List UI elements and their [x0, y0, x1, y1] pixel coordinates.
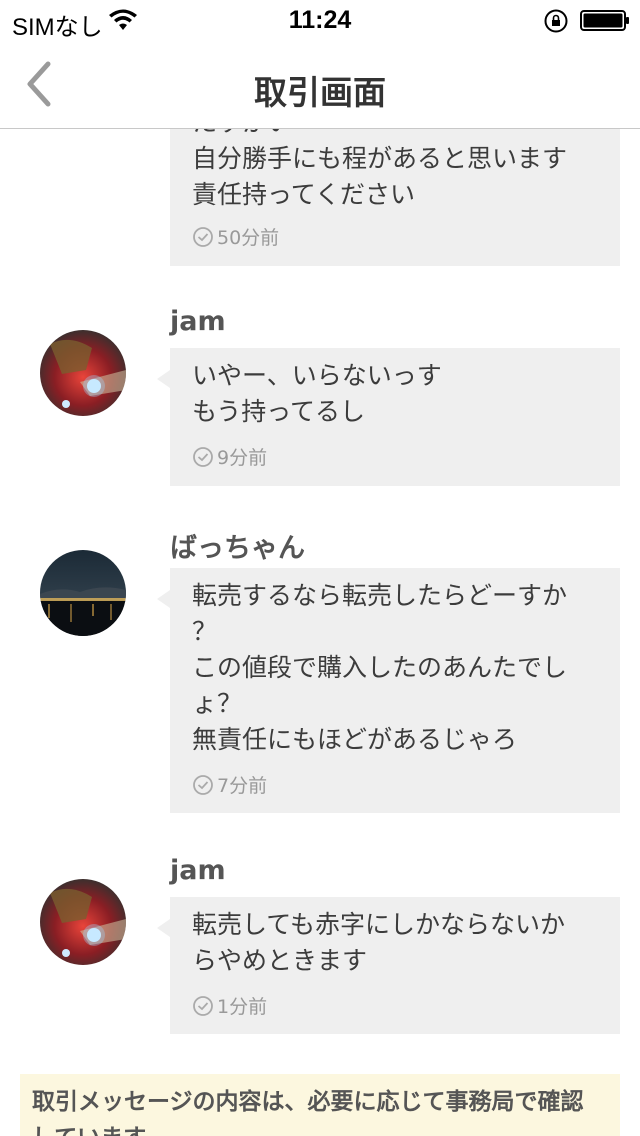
message-line: いやー、いらないっす [192, 361, 442, 390]
message-line: もう持ってるし [192, 397, 366, 426]
message-line: ？ [192, 617, 218, 646]
page-title: 取引画面 [254, 73, 386, 112]
clock-icon [193, 226, 213, 247]
message-line: 無責任にもほどがあるじゃろ [192, 725, 518, 754]
message-line: この値段で購入したのあんたでし [192, 653, 568, 682]
message-bubble: たすかい 自分勝手にも程があると思います 責任持ってください 50分前 [170, 129, 620, 266]
clock-icon [193, 995, 213, 1016]
timestamp-text: 1分前 [217, 996, 268, 1018]
sender-name: jam [170, 306, 226, 337]
timestamp-text: 7分前 [217, 775, 268, 797]
timestamp-text: 50分前 [217, 227, 280, 249]
navigation-bar: 取引画面 [0, 40, 640, 129]
moderation-notice: 取引メッセージの内容は、必要に応じて事務局で確認 しています。 [20, 1074, 620, 1136]
sender-name: jam [170, 855, 226, 886]
message-bubble: 転売しても赤字にしかならないか らやめときます 1分前 [157, 897, 620, 1034]
notice-line: 取引メッセージの内容は、必要に応じて事務局で確認 [32, 1089, 584, 1115]
message-timestamp: 50分前 [192, 223, 279, 250]
notice-line: しています。 [32, 1120, 608, 1136]
battery-icon [580, 10, 629, 31]
message-line: たすかい [192, 129, 598, 141]
rotation-lock-icon [544, 9, 568, 33]
clock-icon [193, 774, 213, 795]
message-timestamp: 9分前 [192, 443, 267, 470]
message-line: 転売するなら転売したらどーすか [192, 581, 568, 610]
avatar[interactable] [40, 550, 126, 636]
sender-name: ばっちゃん [170, 533, 305, 564]
message-line: 転売しても赤字にしかならないか [192, 910, 566, 939]
message-line: ょ？ [192, 689, 243, 718]
message-bubble: 転売するなら転売したらどーすか ？ この値段で購入したのあんたでし ょ？ 無責任… [157, 568, 620, 813]
avatar[interactable] [40, 330, 126, 416]
message-line: らやめときます [192, 946, 368, 975]
message-line: 責任持ってください [192, 180, 416, 209]
message-line: 自分勝手にも程があると思います [192, 144, 568, 173]
message-timestamp: 7分前 [192, 771, 267, 798]
message-list[interactable]: たすかい 自分勝手にも程があると思います 責任持ってください 50分前 [0, 129, 640, 1136]
message-timestamp: 1分前 [192, 992, 267, 1019]
message-bubble: いやー、いらないっす もう持ってるし 9分前 [157, 348, 620, 486]
timestamp-text: 9分前 [217, 447, 268, 469]
status-bar: SIMなし 11:24 [0, 0, 640, 41]
clock-icon [193, 446, 213, 467]
avatar[interactable] [40, 879, 126, 965]
